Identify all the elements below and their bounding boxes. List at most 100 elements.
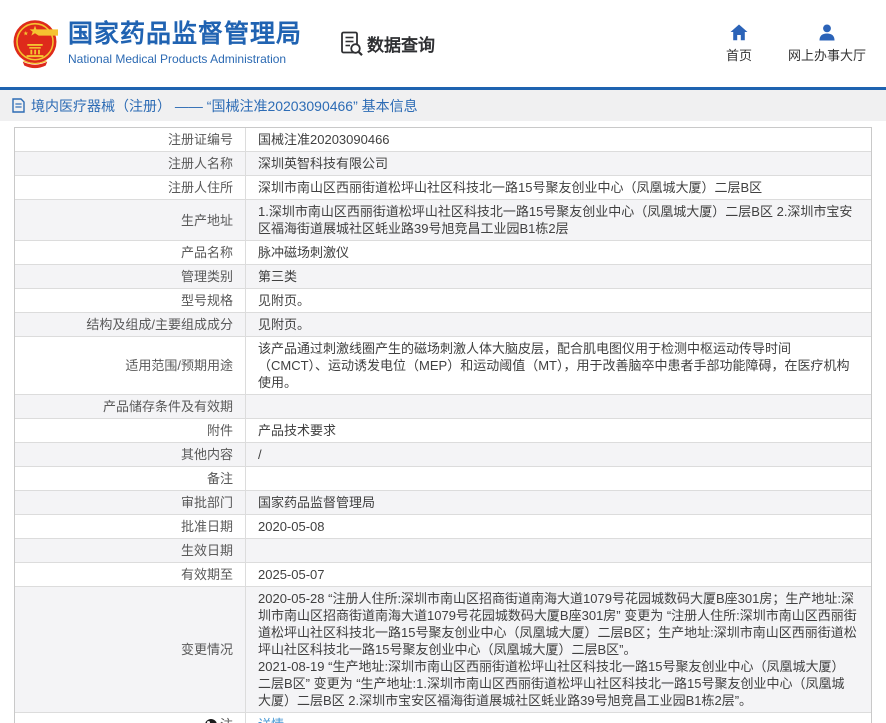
table-row: 变更情况 2020-05-28 “注册人住所:深圳市南山区招商街道南海大道1079… bbox=[15, 586, 871, 712]
row-value: 国家药品监督管理局 bbox=[246, 491, 871, 514]
row-label-text: 备注 bbox=[207, 470, 233, 487]
row-label-text: 注 bbox=[220, 716, 233, 723]
row-label: 产品名称 bbox=[15, 241, 246, 264]
table-row: 有效期至 2025-05-07 bbox=[15, 562, 871, 586]
table-row: 结构及组成/主要组成成分见附页。 bbox=[15, 312, 871, 336]
info-table: 注册证编号国械注准20203090466注册人名称深圳英智科技有限公司注册人住所… bbox=[14, 127, 872, 723]
row-label: 生产地址 bbox=[15, 200, 246, 240]
row-value: 脉冲磁场刺激仪 bbox=[246, 241, 871, 264]
breadcrumb-bar: 境内医疗器械（注册） —— “国械注准20203090466” 基本信息 bbox=[0, 90, 886, 121]
row-label: 产品储存条件及有效期 bbox=[15, 395, 246, 418]
detail-link[interactable]: 详情 bbox=[258, 716, 857, 723]
data-query-nav[interactable]: 数据查询 bbox=[340, 31, 435, 57]
row-label: 注册人住所 bbox=[15, 176, 246, 199]
row-label: 生效日期 bbox=[15, 539, 246, 562]
row-label-text: 附件 bbox=[207, 422, 233, 439]
person-icon bbox=[818, 24, 836, 41]
table-row: 备注 bbox=[15, 466, 871, 490]
nav-home-label: 首页 bbox=[726, 45, 752, 64]
table-row: 注册证编号国械注准20203090466 bbox=[15, 128, 871, 151]
row-label-text: 型号规格 bbox=[181, 292, 233, 309]
table-row: 管理类别第三类 bbox=[15, 264, 871, 288]
row-label-text: 管理类别 bbox=[181, 268, 233, 285]
row-label-text: 注册人名称 bbox=[168, 155, 233, 172]
row-label-text: 生产地址 bbox=[181, 212, 233, 229]
row-value: 见附页。 bbox=[246, 313, 871, 336]
row-label: 审批部门 bbox=[15, 491, 246, 514]
row-value: 第三类 bbox=[246, 265, 871, 288]
header-nav: 首页 网上办事大厅 bbox=[726, 24, 872, 64]
row-value: 2025-05-07 bbox=[246, 563, 871, 586]
row-label: 适用范围/预期用途 bbox=[15, 337, 246, 394]
row-label-text: 结构及组成/主要组成成分 bbox=[86, 316, 233, 333]
row-value: 深圳市南山区西丽街道松坪山社区科技北一路15号聚友创业中心（凤凰城大厦）二层B区 bbox=[246, 176, 871, 199]
table-row: 审批部门国家药品监督管理局 bbox=[15, 490, 871, 514]
row-label: 管理类别 bbox=[15, 265, 246, 288]
row-value: 国械注准20203090466 bbox=[246, 128, 871, 151]
page-header: 国家药品监督管理局 National Medical Products Admi… bbox=[0, 0, 886, 87]
row-label: 备注 bbox=[15, 467, 246, 490]
row-value: / bbox=[246, 443, 871, 466]
table-row: 其他内容 / bbox=[15, 442, 871, 466]
row-label: 型号规格 bbox=[15, 289, 246, 312]
row-value bbox=[246, 395, 871, 418]
row-value: 2020-05-28 “注册人住所:深圳市南山区招商街道南海大道1079号花园城… bbox=[246, 587, 871, 712]
table-row: 产品名称脉冲磁场刺激仪 bbox=[15, 240, 871, 264]
table-row: 生产地址 1.深圳市南山区西丽街道松坪山社区科技北一路15号聚友创业中心（凤凰城大… bbox=[15, 199, 871, 240]
table-row: 注 详情 bbox=[15, 712, 871, 723]
brand-block: 国家药品监督管理局 National Medical Products Admi… bbox=[68, 21, 302, 67]
row-value: 该产品通过刺激线圈产生的磁场刺激人体大脑皮层，配合肌电图仪用于检测中枢运动传导时… bbox=[246, 337, 871, 394]
row-label-text: 生效日期 bbox=[181, 542, 233, 559]
row-value-paragraph: 2021-08-19 “生产地址:深圳市南山区西丽街道松坪山社区科技北一路15号… bbox=[258, 658, 857, 709]
row-label: 注册证编号 bbox=[15, 128, 246, 151]
note-dot-icon bbox=[205, 719, 217, 723]
row-label-text: 审批部门 bbox=[181, 494, 233, 511]
row-label: 批准日期 bbox=[15, 515, 246, 538]
row-label-text: 产品储存条件及有效期 bbox=[103, 398, 233, 415]
row-value bbox=[246, 539, 871, 562]
table-row: 产品储存条件及有效期 bbox=[15, 394, 871, 418]
table-row: 适用范围/预期用途该产品通过刺激线圈产生的磁场刺激人体大脑皮层，配合肌电图仪用于… bbox=[15, 336, 871, 394]
row-value bbox=[246, 467, 871, 490]
row-label: 结构及组成/主要组成成分 bbox=[15, 313, 246, 336]
row-value: 产品技术要求 bbox=[246, 419, 871, 442]
nav-item-service-hall[interactable]: 网上办事大厅 bbox=[788, 24, 866, 64]
row-label-text: 变更情况 bbox=[181, 641, 233, 658]
row-value: 1.深圳市南山区西丽街道松坪山社区科技北一路15号聚友创业中心（凤凰城大厦）二层… bbox=[246, 200, 871, 240]
row-label-text: 其他内容 bbox=[181, 446, 233, 463]
table-row: 批准日期 2020-05-08 bbox=[15, 514, 871, 538]
table-row: 注册人名称深圳英智科技有限公司 bbox=[15, 151, 871, 175]
row-value: 2020-05-08 bbox=[246, 515, 871, 538]
data-query-label: 数据查询 bbox=[367, 31, 435, 56]
site-title: 国家药品监督管理局 bbox=[68, 21, 302, 49]
nav-hall-label: 网上办事大厅 bbox=[788, 45, 866, 64]
row-label: 注 bbox=[15, 713, 246, 723]
table-row: 生效日期 bbox=[15, 538, 871, 562]
document-search-icon bbox=[340, 31, 364, 57]
table-row: 型号规格见附页。 bbox=[15, 288, 871, 312]
row-label-text: 注册证编号 bbox=[168, 131, 233, 148]
site-subtitle: National Medical Products Administration bbox=[68, 52, 302, 66]
row-value-paragraph: 2020-05-28 “注册人住所:深圳市南山区招商街道南海大道1079号花园城… bbox=[258, 590, 857, 658]
row-value: 详情 bbox=[246, 713, 871, 723]
row-label: 其他内容 bbox=[15, 443, 246, 466]
home-icon bbox=[730, 24, 748, 41]
row-label: 有效期至 bbox=[15, 563, 246, 586]
row-label-text: 有效期至 bbox=[181, 566, 233, 583]
row-label-text: 适用范围/预期用途 bbox=[125, 357, 233, 374]
table-row: 附件产品技术要求 bbox=[15, 418, 871, 442]
breadcrumb-text: 境内医疗器械（注册） —— “国械注准20203090466” 基本信息 bbox=[31, 96, 418, 116]
row-label: 注册人名称 bbox=[15, 152, 246, 175]
nav-item-home[interactable]: 首页 bbox=[726, 24, 752, 64]
row-label-text: 批准日期 bbox=[181, 518, 233, 535]
row-value: 见附页。 bbox=[246, 289, 871, 312]
row-label-text: 产品名称 bbox=[181, 244, 233, 261]
row-label: 变更情况 bbox=[15, 587, 246, 712]
row-label-text: 注册人住所 bbox=[168, 179, 233, 196]
table-row: 注册人住所深圳市南山区西丽街道松坪山社区科技北一路15号聚友创业中心（凤凰城大厦… bbox=[15, 175, 871, 199]
breadcrumb: 境内医疗器械（注册） —— “国械注准20203090466” 基本信息 bbox=[12, 96, 418, 116]
row-value: 深圳英智科技有限公司 bbox=[246, 152, 871, 175]
nmpa-emblem-logo[interactable] bbox=[12, 18, 58, 70]
document-icon bbox=[12, 98, 25, 113]
row-label: 附件 bbox=[15, 419, 246, 442]
